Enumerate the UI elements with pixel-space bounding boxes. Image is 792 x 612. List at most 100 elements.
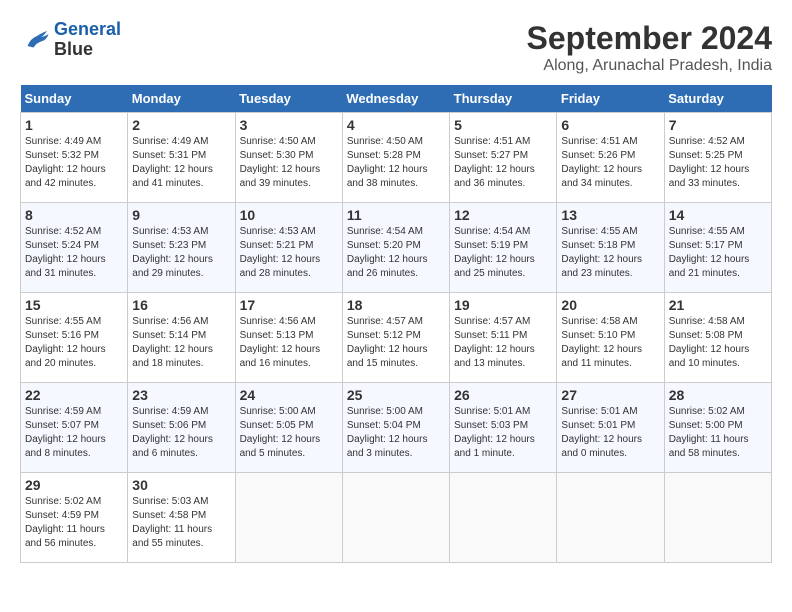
logo: General Blue xyxy=(20,20,121,60)
day-info: Sunrise: 4:49 AM Sunset: 5:32 PM Dayligh… xyxy=(25,135,123,191)
calendar-day-cell: 9 Sunrise: 4:53 AM Sunset: 5:23 PM Daylig… xyxy=(128,203,235,293)
page-subtitle: Along, Arunachal Pradesh, India xyxy=(527,57,772,75)
day-number: 15 xyxy=(25,297,123,313)
calendar-day-cell: 25 Sunrise: 5:00 AM Sunset: 5:04 PM Dayli… xyxy=(342,383,449,473)
day-number: 23 xyxy=(132,387,230,403)
calendar-day-cell: 18Sunrise: 4:57 AM Sunset: 5:12 PM Dayli… xyxy=(342,293,449,383)
calendar-day-cell: 29 Sunrise: 5:02 AM Sunset: 4:59 PM Dayli… xyxy=(21,473,128,563)
title-block: September 2024 Along, Arunachal Pradesh,… xyxy=(527,20,772,75)
calendar-day-cell: 8 Sunrise: 4:52 AM Sunset: 5:24 PM Daylig… xyxy=(21,203,128,293)
calendar-day-cell: 1Sunrise: 4:49 AM Sunset: 5:32 PM Daylig… xyxy=(21,113,128,203)
day-info: Sunrise: 4:51 AM Sunset: 5:26 PM Dayligh… xyxy=(561,135,659,191)
day-number: 2 xyxy=(132,117,230,133)
day-info: Sunrise: 4:52 AM Sunset: 5:25 PM Dayligh… xyxy=(669,135,767,191)
day-info: Sunrise: 4:57 AM Sunset: 5:11 PM Dayligh… xyxy=(454,315,552,371)
day-info: Sunrise: 5:02 AM Sunset: 4:59 PM Dayligh… xyxy=(25,495,123,551)
calendar-day-cell: 6 Sunrise: 4:51 AM Sunset: 5:26 PM Daylig… xyxy=(557,113,664,203)
day-number: 8 xyxy=(25,207,123,223)
calendar-week-row: 1Sunrise: 4:49 AM Sunset: 5:32 PM Daylig… xyxy=(21,113,772,203)
calendar-week-row: 15 Sunrise: 4:55 AM Sunset: 5:16 PM Dayli… xyxy=(21,293,772,383)
day-info: Sunrise: 4:55 AM Sunset: 5:16 PM Dayligh… xyxy=(25,315,123,371)
calendar-body: 1Sunrise: 4:49 AM Sunset: 5:32 PM Daylig… xyxy=(21,113,772,563)
day-info: Sunrise: 4:54 AM Sunset: 5:19 PM Dayligh… xyxy=(454,225,552,281)
day-info: Sunrise: 4:53 AM Sunset: 5:21 PM Dayligh… xyxy=(240,225,338,281)
page-header: General Blue September 2024 Along, Aruna… xyxy=(20,20,772,75)
day-info: Sunrise: 4:58 AM Sunset: 5:10 PM Dayligh… xyxy=(561,315,659,371)
day-number: 9 xyxy=(132,207,230,223)
day-number: 5 xyxy=(454,117,552,133)
day-number: 26 xyxy=(454,387,552,403)
day-number: 4 xyxy=(347,117,445,133)
day-number: 7 xyxy=(669,117,767,133)
calendar-day-cell: 21 Sunrise: 4:58 AM Sunset: 5:08 PM Dayli… xyxy=(664,293,771,383)
day-number: 18 xyxy=(347,297,445,313)
calendar-day-header: Thursday xyxy=(450,85,557,113)
day-info: Sunrise: 4:55 AM Sunset: 5:18 PM Dayligh… xyxy=(561,225,659,281)
calendar-day-header: Sunday xyxy=(21,85,128,113)
day-info: Sunrise: 5:00 AM Sunset: 5:04 PM Dayligh… xyxy=(347,405,445,461)
calendar-day-header: Wednesday xyxy=(342,85,449,113)
calendar-day-cell: 23Sunrise: 4:59 AM Sunset: 5:06 PM Dayli… xyxy=(128,383,235,473)
calendar-day-cell: 28Sunrise: 5:02 AM Sunset: 5:00 PM Dayli… xyxy=(664,383,771,473)
calendar-week-row: 22 Sunrise: 4:59 AM Sunset: 5:07 PM Dayli… xyxy=(21,383,772,473)
page-title: September 2024 xyxy=(527,20,772,57)
calendar-day-cell: 30 Sunrise: 5:03 AM Sunset: 4:58 PM Dayli… xyxy=(128,473,235,563)
calendar-day-cell xyxy=(664,473,771,563)
calendar-day-cell xyxy=(557,473,664,563)
day-number: 12 xyxy=(454,207,552,223)
calendar-day-cell: 19 Sunrise: 4:57 AM Sunset: 5:11 PM Dayli… xyxy=(450,293,557,383)
day-info: Sunrise: 5:01 AM Sunset: 5:01 PM Dayligh… xyxy=(561,405,659,461)
calendar-day-cell: 24 Sunrise: 5:00 AM Sunset: 5:05 PM Dayli… xyxy=(235,383,342,473)
calendar-day-header: Saturday xyxy=(664,85,771,113)
day-number: 30 xyxy=(132,477,230,493)
day-number: 14 xyxy=(669,207,767,223)
calendar-day-cell: 10 Sunrise: 4:53 AM Sunset: 5:21 PM Dayli… xyxy=(235,203,342,293)
calendar-day-cell: 17 Sunrise: 4:56 AM Sunset: 5:13 PM Dayli… xyxy=(235,293,342,383)
calendar-day-cell: 22 Sunrise: 4:59 AM Sunset: 5:07 PM Dayli… xyxy=(21,383,128,473)
calendar-day-header: Monday xyxy=(128,85,235,113)
day-number: 27 xyxy=(561,387,659,403)
day-number: 19 xyxy=(454,297,552,313)
day-number: 6 xyxy=(561,117,659,133)
day-number: 22 xyxy=(25,387,123,403)
calendar-day-cell xyxy=(342,473,449,563)
day-number: 10 xyxy=(240,207,338,223)
calendar-day-header: Friday xyxy=(557,85,664,113)
calendar-day-cell xyxy=(235,473,342,563)
day-info: Sunrise: 5:01 AM Sunset: 5:03 PM Dayligh… xyxy=(454,405,552,461)
day-info: Sunrise: 4:52 AM Sunset: 5:24 PM Dayligh… xyxy=(25,225,123,281)
calendar-day-cell: 27 Sunrise: 5:01 AM Sunset: 5:01 PM Dayli… xyxy=(557,383,664,473)
calendar-day-cell: 12 Sunrise: 4:54 AM Sunset: 5:19 PM Dayli… xyxy=(450,203,557,293)
calendar-day-cell: 16Sunrise: 4:56 AM Sunset: 5:14 PM Dayli… xyxy=(128,293,235,383)
calendar-day-cell: 3 Sunrise: 4:50 AM Sunset: 5:30 PM Daylig… xyxy=(235,113,342,203)
day-info: Sunrise: 4:51 AM Sunset: 5:27 PM Dayligh… xyxy=(454,135,552,191)
calendar-day-cell: 2 Sunrise: 4:49 AM Sunset: 5:31 PM Daylig… xyxy=(128,113,235,203)
day-info: Sunrise: 4:58 AM Sunset: 5:08 PM Dayligh… xyxy=(669,315,767,371)
calendar-day-cell: 5 Sunrise: 4:51 AM Sunset: 5:27 PM Daylig… xyxy=(450,113,557,203)
day-info: Sunrise: 5:00 AM Sunset: 5:05 PM Dayligh… xyxy=(240,405,338,461)
calendar-day-cell: 20Sunrise: 4:58 AM Sunset: 5:10 PM Dayli… xyxy=(557,293,664,383)
day-number: 25 xyxy=(347,387,445,403)
calendar-table: SundayMondayTuesdayWednesdayThursdayFrid… xyxy=(20,85,772,563)
day-number: 21 xyxy=(669,297,767,313)
day-info: Sunrise: 5:03 AM Sunset: 4:58 PM Dayligh… xyxy=(132,495,230,551)
day-info: Sunrise: 4:53 AM Sunset: 5:23 PM Dayligh… xyxy=(132,225,230,281)
day-info: Sunrise: 4:50 AM Sunset: 5:30 PM Dayligh… xyxy=(240,135,338,191)
day-info: Sunrise: 4:59 AM Sunset: 5:07 PM Dayligh… xyxy=(25,405,123,461)
day-info: Sunrise: 4:49 AM Sunset: 5:31 PM Dayligh… xyxy=(132,135,230,191)
calendar-day-cell xyxy=(450,473,557,563)
day-number: 13 xyxy=(561,207,659,223)
calendar-week-row: 8 Sunrise: 4:52 AM Sunset: 5:24 PM Daylig… xyxy=(21,203,772,293)
calendar-week-row: 29 Sunrise: 5:02 AM Sunset: 4:59 PM Dayli… xyxy=(21,473,772,563)
day-number: 17 xyxy=(240,297,338,313)
day-number: 28 xyxy=(669,387,767,403)
day-number: 3 xyxy=(240,117,338,133)
calendar-day-cell: 7 Sunrise: 4:52 AM Sunset: 5:25 PM Daylig… xyxy=(664,113,771,203)
day-number: 29 xyxy=(25,477,123,493)
day-info: Sunrise: 4:50 AM Sunset: 5:28 PM Dayligh… xyxy=(347,135,445,191)
day-info: Sunrise: 4:56 AM Sunset: 5:13 PM Dayligh… xyxy=(240,315,338,371)
calendar-day-cell: 4 Sunrise: 4:50 AM Sunset: 5:28 PM Daylig… xyxy=(342,113,449,203)
day-number: 11 xyxy=(347,207,445,223)
day-number: 16 xyxy=(132,297,230,313)
day-number: 24 xyxy=(240,387,338,403)
